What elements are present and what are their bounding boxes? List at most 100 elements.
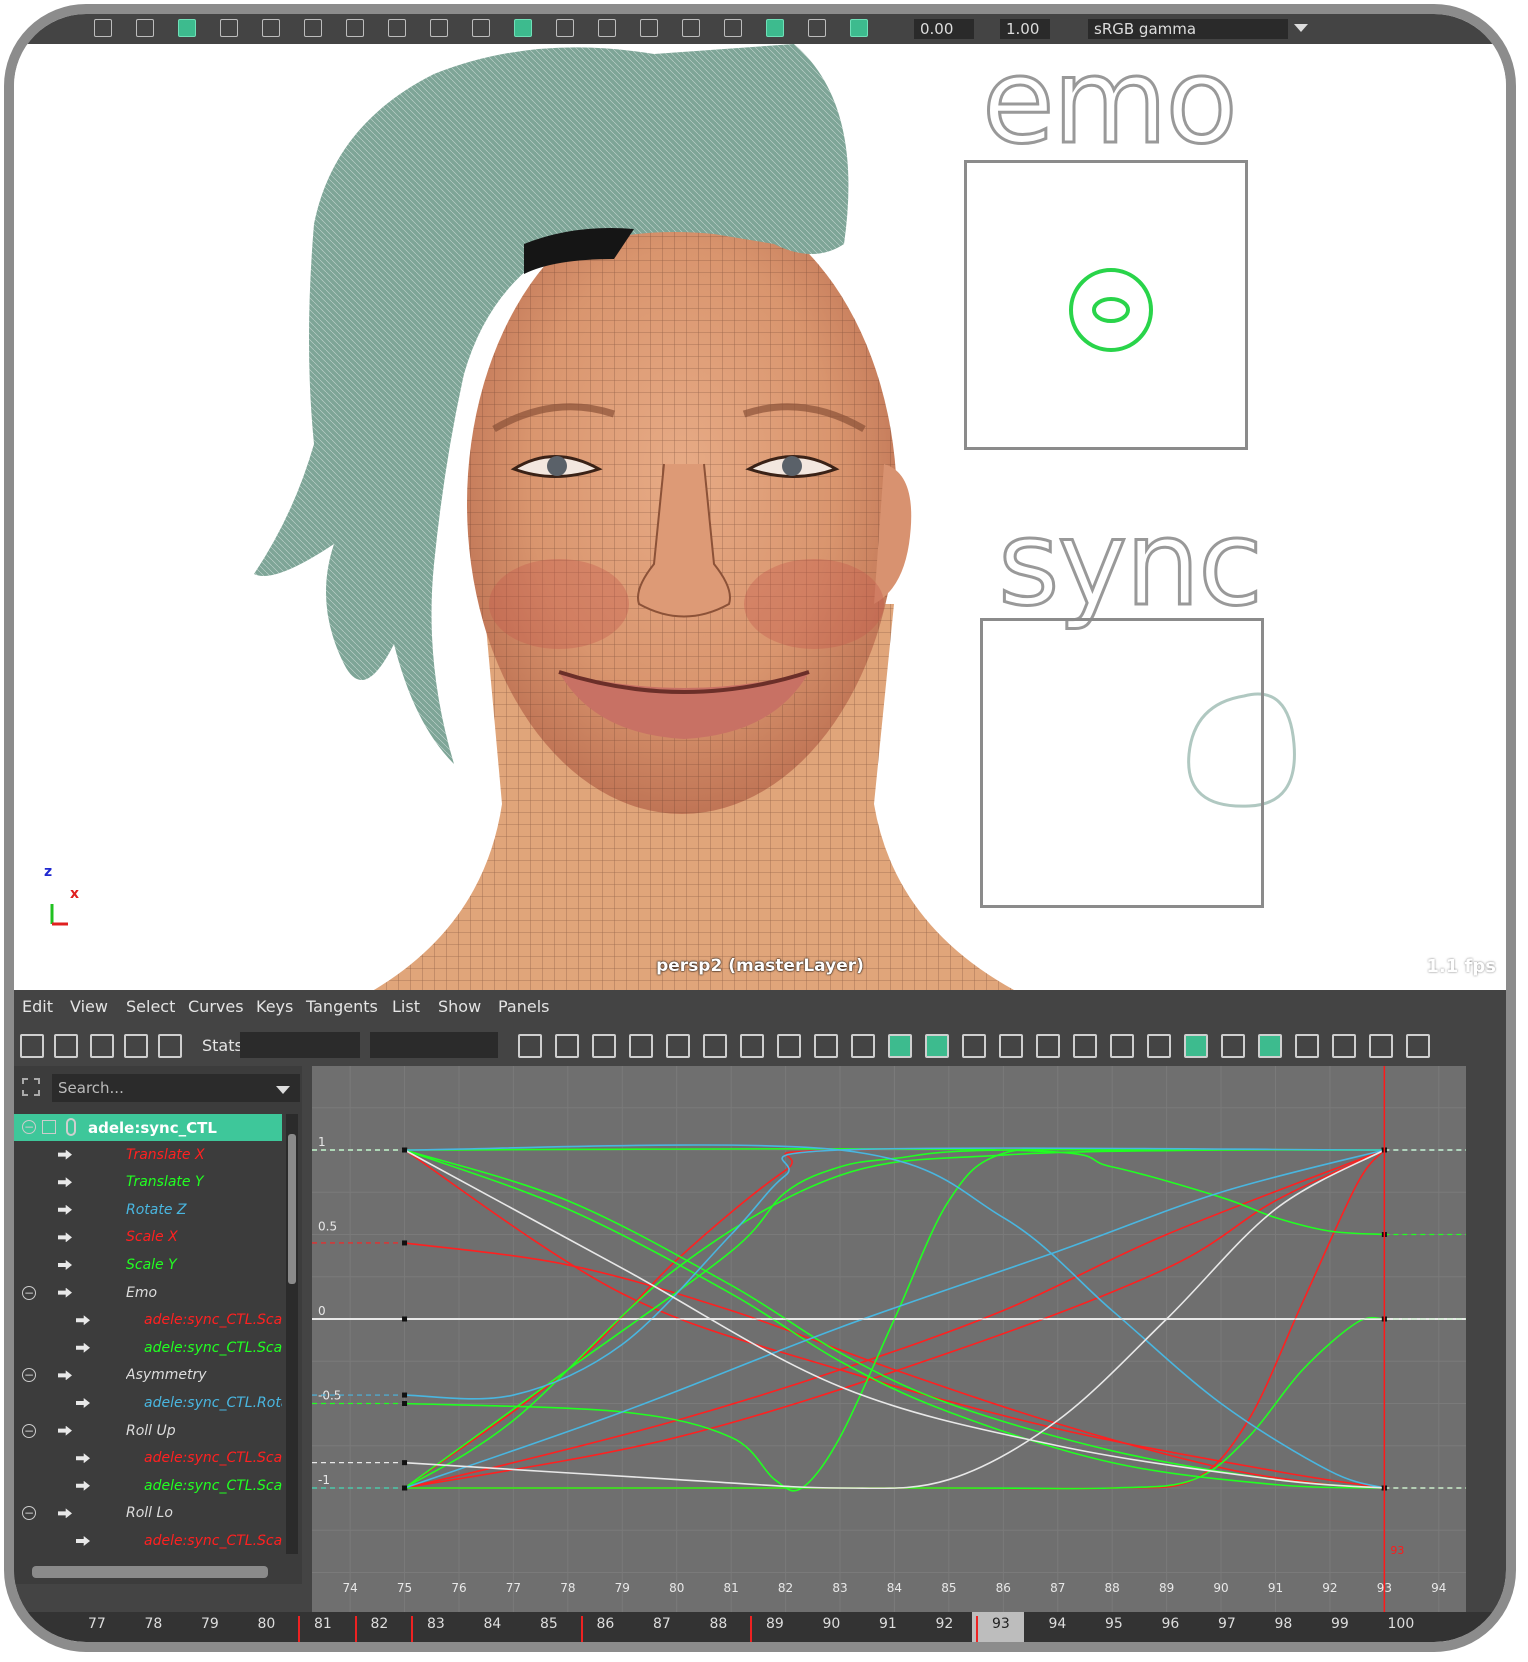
outliner-row[interactable]: Scale Y: [14, 1252, 282, 1279]
outliner-scroll-thumb[interactable]: [288, 1134, 296, 1284]
outliner-row[interactable]: Translate Y: [14, 1169, 282, 1196]
xray-icon[interactable]: [724, 19, 742, 37]
time-editor-icon[interactable]: [1406, 1034, 1430, 1058]
wireframe-icon[interactable]: [472, 19, 490, 37]
retime-icon[interactable]: [1258, 1034, 1282, 1058]
in-tangent-icon[interactable]: [888, 1034, 912, 1058]
linear-tangent-icon[interactable]: [740, 1034, 764, 1058]
graph-tool-4-icon[interactable]: [158, 1034, 182, 1058]
color-management-icon[interactable]: [850, 19, 868, 37]
time-slider-key[interactable]: [750, 1616, 752, 1642]
keyframe-point[interactable]: [402, 1147, 408, 1153]
smooth-shade-icon[interactable]: [514, 19, 532, 37]
out-tangent-icon[interactable]: [925, 1034, 949, 1058]
keyframe-point[interactable]: [402, 1485, 408, 1491]
viewport-persp2[interactable]: emo sync z x persp2 (masterLayer) 1.1 fp…: [14, 44, 1506, 990]
field-chart-icon[interactable]: [388, 19, 406, 37]
menu-keys[interactable]: Keys: [256, 997, 293, 1016]
swap-buffer-icon[interactable]: [1147, 1034, 1171, 1058]
film-gate-icon[interactable]: [304, 19, 322, 37]
keyframe-point[interactable]: [402, 1460, 408, 1466]
outliner-row[interactable]: Translate X: [14, 1142, 282, 1169]
outliner-scrollbar[interactable]: [286, 1114, 298, 1554]
sync-control-box[interactable]: [980, 618, 1264, 908]
keyframe-point[interactable]: [402, 1240, 408, 1246]
grid-icon[interactable]: [262, 19, 280, 37]
gamma-field[interactable]: 1.00: [1000, 19, 1050, 39]
menu-curves[interactable]: Curves: [188, 997, 244, 1016]
search-dropdown-icon[interactable]: [276, 1086, 290, 1094]
exposure-field[interactable]: 0.00: [914, 19, 974, 39]
colorspace-dropdown-icon[interactable]: [1294, 24, 1308, 32]
exposure-icon[interactable]: [766, 19, 784, 37]
time-slider[interactable]: 77 78 79 80 81 82 83 84 85 86 87 88 89 90 91 92 93 94 95 96…: [14, 1612, 1506, 1642]
outliner-hscroll-thumb[interactable]: [32, 1566, 268, 1578]
step-tangent-icon[interactable]: [814, 1034, 838, 1058]
outliner-row[interactable]: − adele:sync_CTL: [14, 1114, 282, 1141]
snap-icon[interactable]: [1221, 1034, 1245, 1058]
tumble-icon[interactable]: [220, 19, 238, 37]
expand-toggle-icon[interactable]: [42, 1120, 56, 1134]
collapse-toggle-icon[interactable]: −: [22, 1368, 36, 1383]
collapse-toggle-icon[interactable]: −: [22, 1120, 36, 1134]
collapse-toggle-icon[interactable]: −: [22, 1285, 36, 1300]
graph-tool-0-icon[interactable]: [20, 1034, 44, 1058]
outliner-row[interactable]: − Roll Lo: [14, 1500, 282, 1527]
outliner-row[interactable]: Scale X: [14, 1224, 282, 1251]
free-weight-icon[interactable]: [1036, 1034, 1060, 1058]
collapse-toggle-icon[interactable]: −: [22, 1506, 36, 1521]
trax-icon[interactable]: [1369, 1034, 1393, 1058]
dope-sheet-icon[interactable]: [1332, 1034, 1356, 1058]
menu-list[interactable]: List: [392, 997, 420, 1016]
lighting-icon[interactable]: [598, 19, 616, 37]
outliner-row[interactable]: adele:sync_CTL.Rotate Z: [14, 1390, 282, 1417]
stats-field-2[interactable]: [370, 1032, 498, 1058]
time-slider-key[interactable]: [976, 1616, 978, 1642]
collapse-toggle-icon[interactable]: −: [22, 1423, 36, 1438]
gamma-icon[interactable]: [808, 19, 826, 37]
time-slider-key[interactable]: [354, 1616, 357, 1642]
frame-all-icon[interactable]: [518, 1034, 542, 1058]
camera-icon[interactable]: [178, 19, 196, 37]
emo-control-box[interactable]: [964, 160, 1248, 450]
menu-panels[interactable]: Panels: [498, 997, 550, 1016]
colorspace-select[interactable]: sRGB gamma: [1088, 19, 1288, 39]
buffer-curve-icon[interactable]: [1110, 1034, 1134, 1058]
outliner-row[interactable]: Rotate Z: [14, 1197, 282, 1224]
graph-tool-1-icon[interactable]: [54, 1034, 78, 1058]
outliner-row[interactable]: − Emo: [14, 1280, 282, 1307]
select-icon[interactable]: [94, 19, 112, 37]
menu-tangents[interactable]: Tangents: [306, 997, 378, 1016]
curve-graph[interactable]: 10.50-0.5-174 75 76 77 78 79 80 81 82 83 84 85 86 87 8…: [312, 1066, 1466, 1612]
outliner-row[interactable]: adele:sync_CTL.Scale X: [14, 1528, 282, 1555]
flat-tangent-icon[interactable]: [777, 1034, 801, 1058]
outliner-filter-icon[interactable]: [22, 1078, 40, 1096]
frame-selection-icon[interactable]: [555, 1034, 579, 1058]
clamped-tangent-icon[interactable]: [703, 1034, 727, 1058]
auto-tangent-icon[interactable]: [629, 1034, 653, 1058]
outliner-row[interactable]: adele:sync_CTL.Scale Y: [14, 1335, 282, 1362]
lock-weight-icon[interactable]: [1073, 1034, 1097, 1058]
plateau-tangent-icon[interactable]: [851, 1034, 875, 1058]
spline-tangent-icon[interactable]: [666, 1034, 690, 1058]
outliner-row[interactable]: − Asymmetry: [14, 1362, 282, 1389]
graph-tool-2-icon[interactable]: [90, 1034, 114, 1058]
outliner-row[interactable]: adele:sync_CTL.Scale X: [14, 1445, 282, 1472]
stats-field-1[interactable]: [240, 1032, 360, 1058]
menu-view[interactable]: View: [70, 997, 108, 1016]
isolate-curve-icon[interactable]: [1295, 1034, 1319, 1058]
resolution-gate-icon[interactable]: [346, 19, 364, 37]
break-tangents-icon[interactable]: [962, 1034, 986, 1058]
menu-edit[interactable]: Edit: [22, 997, 53, 1016]
unify-tangents-icon[interactable]: [999, 1034, 1023, 1058]
outliner-row[interactable]: adele:sync_CTL.Scale Y: [14, 1473, 282, 1500]
menu-select[interactable]: Select: [126, 997, 175, 1016]
graph-tool-3-icon[interactable]: [124, 1034, 148, 1058]
time-slider-key[interactable]: [580, 1616, 583, 1642]
keyframe-point[interactable]: [402, 1401, 408, 1406]
safe-action-icon[interactable]: [430, 19, 448, 37]
shadows-icon[interactable]: [640, 19, 658, 37]
menu-show[interactable]: Show: [438, 997, 481, 1016]
time-slider-key[interactable]: [298, 1616, 300, 1642]
outliner-search-input[interactable]: Search...: [52, 1074, 300, 1102]
